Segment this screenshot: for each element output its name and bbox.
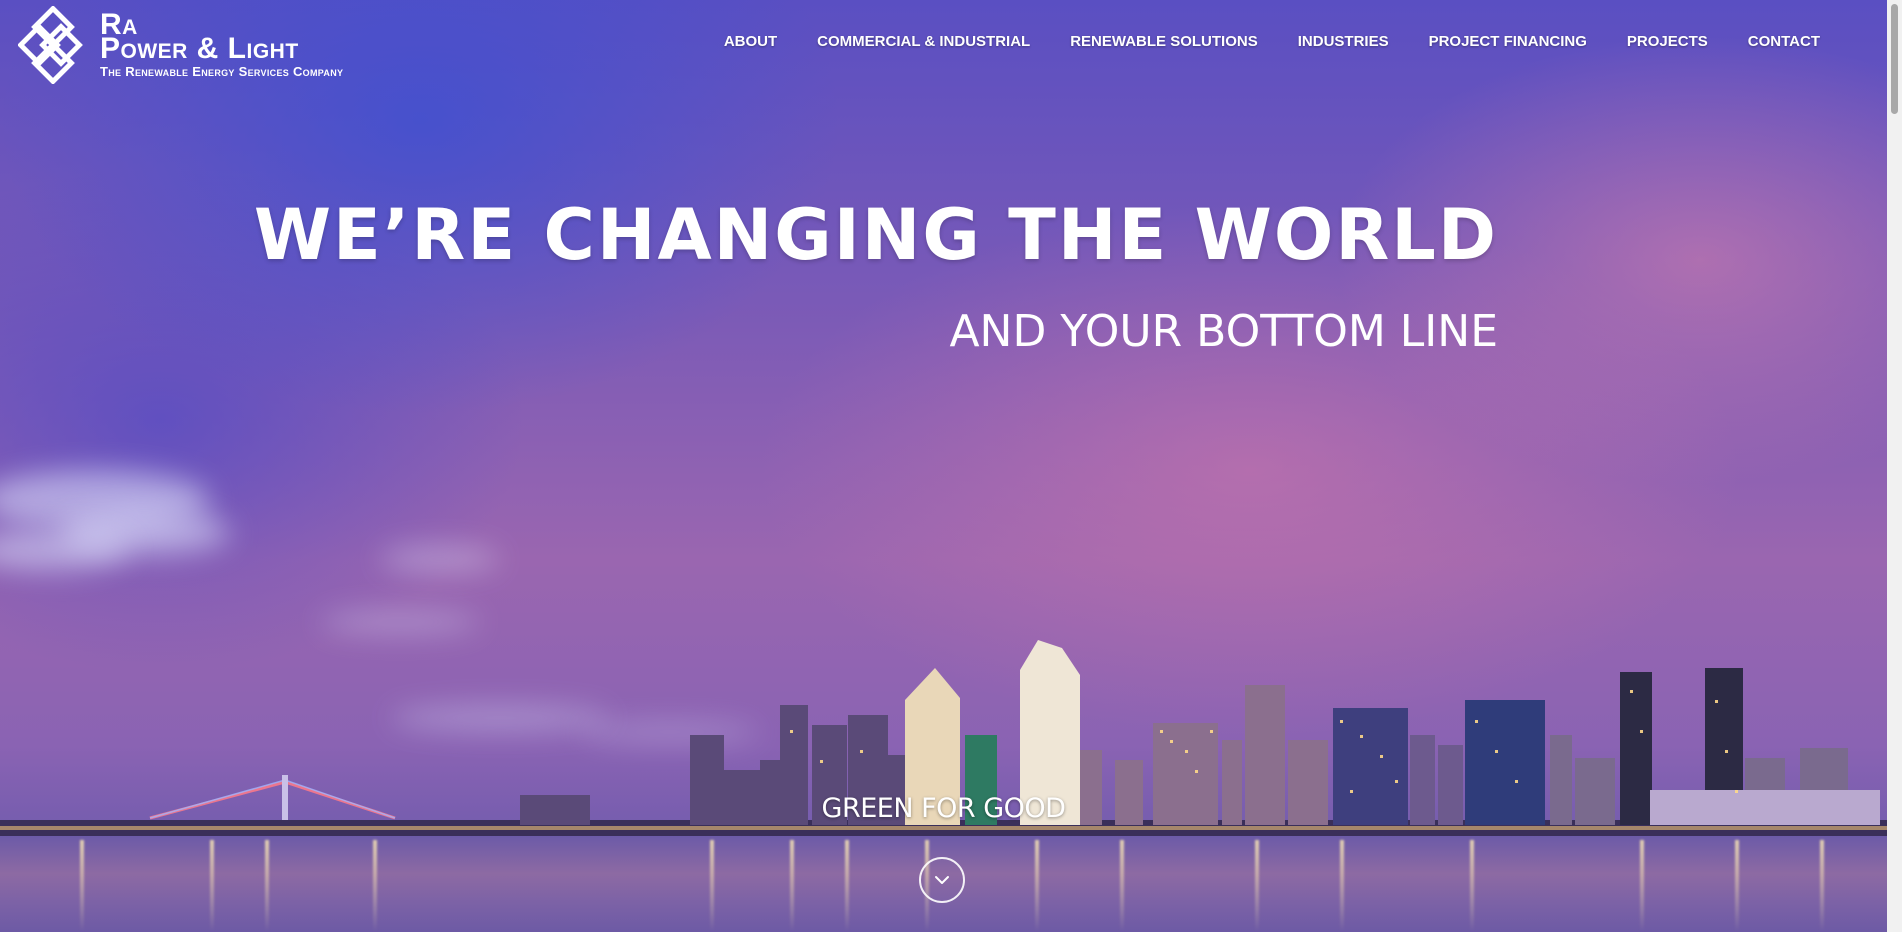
light-reflection (1640, 840, 1644, 932)
nav-item-about[interactable]: ABOUT (704, 33, 797, 50)
page-scrollbar[interactable] (1887, 0, 1902, 932)
nav-item-projects[interactable]: PROJECTS (1607, 33, 1728, 50)
light-reflection (1340, 840, 1344, 932)
light-reflection (373, 840, 377, 932)
scrollbar-thumb[interactable] (1891, 4, 1898, 114)
nav-item-industries[interactable]: INDUSTRIES (1278, 33, 1409, 50)
light-reflection (1735, 840, 1739, 932)
nav-item-project-financing[interactable]: PROJECT FINANCING (1409, 33, 1607, 50)
hero-viewport: Ra Power & Light The Renewable Energy Se… (0, 0, 1902, 932)
scroll-down-button[interactable] (919, 857, 965, 903)
site-logo[interactable]: Ra Power & Light The Renewable Energy Se… (18, 6, 408, 84)
nav-item-contact[interactable]: CONTACT (1728, 33, 1840, 50)
light-reflection (80, 840, 84, 932)
nav-item-renewable-solutions[interactable]: RENEWABLE SOLUTIONS (1050, 33, 1278, 50)
nav-item-commercial-industrial[interactable]: COMMERCIAL & INDUSTRIAL (797, 33, 1050, 50)
light-reflection (210, 840, 214, 932)
light-reflection (1255, 840, 1259, 932)
light-reflection (1035, 840, 1039, 932)
cloud (0, 530, 130, 570)
brand-name-line2: Power & Light (100, 32, 299, 65)
light-reflection (1470, 840, 1474, 932)
light-reflection (1820, 840, 1824, 932)
light-reflection (265, 840, 269, 932)
light-reflection (845, 840, 849, 932)
hero-tagline: GREEN FOR GOOD (821, 793, 1066, 824)
main-nav: ABOUT COMMERCIAL & INDUSTRIAL RENEWABLE … (704, 33, 1840, 50)
site-header: Ra Power & Light The Renewable Energy Se… (0, 0, 1887, 90)
diamond-knot-logo-icon (18, 6, 83, 84)
cloud (380, 545, 500, 573)
brand-tagline: The Renewable Energy Services Company (100, 64, 344, 79)
chevron-down-icon (935, 876, 949, 884)
light-reflection (1120, 840, 1124, 932)
light-reflection (710, 840, 714, 932)
hero-title: WE’RE CHANGING THE WORLD (253, 194, 1498, 276)
hero-subtitle: AND YOUR BOTTOM LINE (949, 306, 1498, 357)
light-reflection (790, 840, 794, 932)
